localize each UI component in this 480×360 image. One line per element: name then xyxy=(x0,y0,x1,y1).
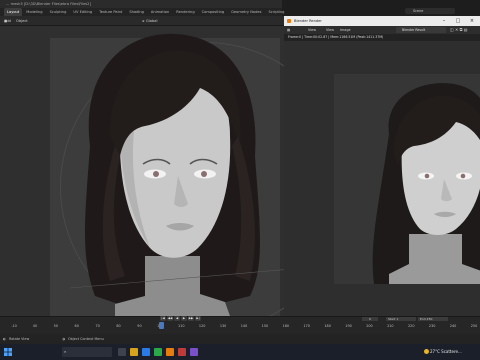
ruler-tick-label: 40 xyxy=(32,324,38,328)
render-menu-image[interactable]: Image xyxy=(340,26,351,34)
ruler-tick-label: 210 xyxy=(387,324,394,328)
tab-modeling[interactable]: Modeling xyxy=(23,8,45,16)
scene-selector[interactable]: Scene xyxy=(405,8,455,14)
render-window-titlebar: Blender Render – □ × xyxy=(284,16,480,26)
tab-shading[interactable]: Shading xyxy=(126,8,147,16)
render-window-title: Blender Render xyxy=(294,19,322,23)
menu-object[interactable]: Object xyxy=(16,16,28,26)
ruler-tick-label: 120 xyxy=(198,324,206,328)
app-taskbar-icon[interactable] xyxy=(178,348,186,356)
ruler-tick-label: 250 xyxy=(470,324,478,328)
close-icon[interactable]: × xyxy=(466,16,478,26)
tab-animation[interactable]: Animation xyxy=(148,8,172,16)
menu-add[interactable]: Add xyxy=(4,16,11,26)
jump-end-button[interactable]: ▶| xyxy=(195,316,201,321)
ruler-tick-label: 60 xyxy=(74,324,79,328)
start-frame-value: 1 xyxy=(396,317,399,321)
ruler-tick-label: 130 xyxy=(219,324,227,328)
sun-icon xyxy=(424,349,429,354)
end-frame-label: End xyxy=(420,317,426,321)
render-status-bar: Frame:0 | Time:00:02.87 | Mem:1166.51M (… xyxy=(284,34,480,41)
chrome-icon[interactable] xyxy=(154,348,162,356)
render-header-icons[interactable]: ◫ ✕ ⧉ ▤ xyxy=(450,27,468,33)
orientation-icon: ⊕ xyxy=(142,19,145,23)
file-explorer-icon[interactable] xyxy=(130,348,138,356)
end-frame-value: 250 xyxy=(426,317,433,321)
ruler-tick-label: 90 xyxy=(137,324,142,328)
frame-ruler[interactable]: -104050607080901001101201301401501601701… xyxy=(0,322,480,330)
viewport-header: ▣ Add Object Global ⊕ xyxy=(0,16,284,26)
scene-label: Scene xyxy=(413,9,424,13)
minimize-icon[interactable]: – xyxy=(438,16,450,26)
render-window[interactable]: Blender Render – □ × ▦ View View Image B… xyxy=(284,16,480,316)
tab-uv-editing[interactable]: UV Editing xyxy=(70,8,95,16)
status-rotate-view: Rotate View xyxy=(9,337,30,341)
edge-browser-icon[interactable] xyxy=(142,348,150,356)
ruler-tick-label: -10 xyxy=(11,324,17,328)
tab-layout[interactable]: Layout xyxy=(4,8,23,16)
ruler-tick-label: 150 xyxy=(261,324,269,328)
workspace-tabs: Layout Modeling Sculpting UV Editing Tex… xyxy=(0,8,284,16)
ruler-tick-label: 70 xyxy=(95,324,100,328)
tab-geometry-nodes[interactable]: Geometry Nodes xyxy=(228,8,264,16)
tab-sculpting[interactable]: Sculpting xyxy=(47,8,70,16)
status-context-menu: Object Context Menu xyxy=(68,337,104,341)
render-menu-view-2[interactable]: View xyxy=(326,26,334,34)
ruler-tick-label: 240 xyxy=(449,324,457,328)
os-taskbar: ⌕ 27°C Scattere... xyxy=(0,344,480,360)
task-view-icon[interactable] xyxy=(118,348,126,356)
app2-taskbar-icon[interactable] xyxy=(190,348,198,356)
end-frame-field[interactable]: End 250 xyxy=(418,317,448,321)
play-button[interactable]: ▶ xyxy=(181,316,187,321)
current-frame-field[interactable]: 0 xyxy=(362,317,378,321)
ruler-tick-label: 230 xyxy=(428,324,436,328)
render-result-select[interactable]: Blender Result xyxy=(396,27,446,33)
ruler-tick-label: 140 xyxy=(240,324,248,328)
search-icon: ⌕ xyxy=(64,349,67,354)
head-model xyxy=(69,33,284,316)
windows-start-icon[interactable] xyxy=(4,348,12,356)
tab-rendering[interactable]: Rendering xyxy=(173,8,197,16)
ruler-tick-label: 180 xyxy=(324,324,331,328)
window-titlebar: ... mesh3 [D:\3D\Blender Files\ebra File… xyxy=(0,0,282,8)
editor-type-icon[interactable]: ▦ xyxy=(287,26,290,34)
mouse-icon: ◐ xyxy=(3,337,6,341)
render-result-image xyxy=(334,74,480,284)
ruler-tick-label: 190 xyxy=(345,324,352,328)
jump-keyframe-forward-button[interactable]: ▶▶ xyxy=(188,316,194,321)
3d-viewport[interactable] xyxy=(0,26,284,316)
blender-logo-icon xyxy=(287,19,291,23)
ruler-tick-label: 220 xyxy=(408,324,415,328)
tab-compositing[interactable]: Compositing xyxy=(199,8,228,16)
playhead[interactable] xyxy=(158,322,164,329)
window-title: ... mesh3 [D:\3D\Blender Files\ebra File… xyxy=(6,2,91,6)
tab-texture-paint[interactable]: Texture Paint xyxy=(96,8,125,16)
jump-keyframe-back-button[interactable]: ◀◀ xyxy=(167,316,173,321)
status-bar: ◐ Rotate View ◑ Object Context Menu xyxy=(0,334,480,344)
ruler-tick-label: 170 xyxy=(303,324,310,328)
ruler-tick-label: 160 xyxy=(282,324,290,328)
start-frame-label: Start xyxy=(388,317,396,321)
ruler-tick-label: 50 xyxy=(53,324,58,328)
mouse-right-icon: ◑ xyxy=(62,337,65,341)
render-result-label: Blender Result xyxy=(402,28,426,32)
ruler-tick-label: 110 xyxy=(178,324,185,328)
maximize-icon[interactable]: □ xyxy=(452,16,464,26)
ruler-tick-label: 80 xyxy=(116,324,121,328)
jump-start-button[interactable]: |◀ xyxy=(160,316,166,321)
render-status-text: Frame:0 | Time:00:02.87 | Mem:1166.51M (… xyxy=(288,35,384,39)
rendered-head xyxy=(334,74,480,284)
tab-scripting[interactable]: Scripting xyxy=(265,8,287,16)
start-frame-field[interactable]: Start 1 xyxy=(386,317,416,321)
taskbar-search-input[interactable] xyxy=(62,347,112,357)
ruler-tick-label: 200 xyxy=(366,324,373,328)
play-reverse-button[interactable]: ◀ xyxy=(174,316,180,321)
weather-widget[interactable]: 27°C Scattere... xyxy=(430,344,462,360)
blender-taskbar-icon[interactable] xyxy=(166,348,174,356)
render-menu-view[interactable]: View xyxy=(308,26,316,34)
